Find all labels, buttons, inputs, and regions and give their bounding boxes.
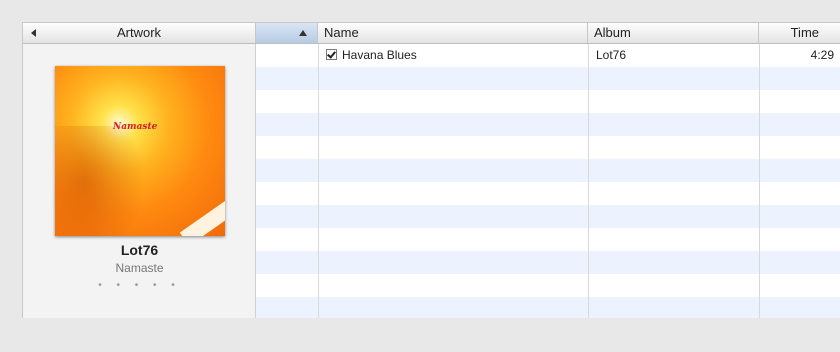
artwork-pane: Namaste Lot76 Namaste • • • • • xyxy=(23,44,256,318)
track-name: Havana Blues xyxy=(342,48,417,62)
table-row xyxy=(256,136,840,159)
track-time: 4:29 xyxy=(810,48,834,62)
table-row xyxy=(256,90,840,113)
table-row xyxy=(256,67,840,90)
table-row xyxy=(256,274,840,297)
artwork-album: Namaste xyxy=(115,261,164,275)
track-enabled-checkbox[interactable] xyxy=(326,49,337,60)
table-row xyxy=(256,182,840,205)
table-row xyxy=(256,159,840,182)
table-row xyxy=(256,113,840,136)
column-header-album[interactable]: Album xyxy=(588,23,759,43)
table-row xyxy=(256,205,840,228)
cover-corner-sticker xyxy=(179,198,225,236)
column-divider xyxy=(588,44,589,318)
column-header-time-label: Time xyxy=(790,25,819,40)
sort-ascending-icon xyxy=(299,30,307,36)
table-row xyxy=(256,228,840,251)
table-row xyxy=(256,297,840,318)
column-header-album-label: Album xyxy=(594,25,631,40)
track-album: Lot76 xyxy=(596,48,627,62)
collapse-artwork-icon[interactable] xyxy=(31,29,36,37)
column-header-bar: Artwork Name Album Time xyxy=(23,23,840,44)
column-header-name-label: Name xyxy=(324,25,359,40)
table-row[interactable]: Havana Blues Lot76 4:29 xyxy=(256,44,840,67)
cover-logo-text: Namaste xyxy=(113,122,158,132)
column-header-name[interactable]: Name xyxy=(318,23,588,43)
rating-dots[interactable]: • • • • • xyxy=(23,280,256,291)
column-header-sort[interactable] xyxy=(256,23,318,43)
artwork-artist: Lot76 xyxy=(120,242,159,258)
column-divider xyxy=(318,44,319,318)
column-header-artwork-label: Artwork xyxy=(116,25,162,40)
column-header-artwork[interactable]: Artwork xyxy=(23,23,256,43)
song-list-view: Artwork Name Album Time Namaste Lot76 Na… xyxy=(22,22,840,318)
table-row xyxy=(256,251,840,274)
album-cover[interactable]: Namaste xyxy=(55,66,225,236)
column-divider xyxy=(759,44,760,318)
track-rows: Havana Blues Lot76 4:29 xyxy=(256,44,840,318)
column-header-time[interactable]: Time xyxy=(759,23,840,43)
track-name-cell: Havana Blues xyxy=(326,44,588,67)
